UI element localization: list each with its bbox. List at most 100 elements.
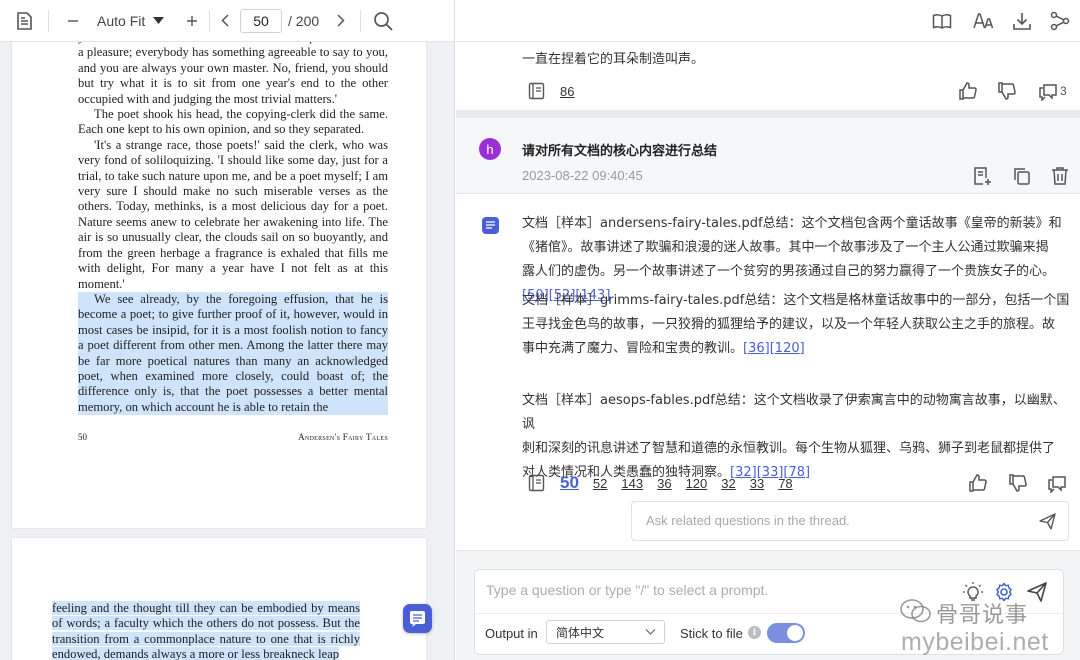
download-icon[interactable] xyxy=(1012,11,1032,31)
stick-to-file-label: Stick to file xyxy=(680,626,743,641)
avatar: h xyxy=(479,138,501,160)
prompt-divider xyxy=(475,613,1063,614)
citation: [36] xyxy=(743,341,770,356)
comment-icon[interactable] xyxy=(1047,473,1067,493)
page-text: feeling and the thought till they can be… xyxy=(52,601,360,660)
message-separator xyxy=(456,110,1080,118)
info-icon[interactable]: i xyxy=(748,626,761,639)
answer-line: 刺和深刻的讯息讲述了智慧和道德的永恒教训。每个生物从狐狸、乌鸦、狮子到老鼠都提供… xyxy=(522,441,1056,456)
thumbs-up-icon[interactable] xyxy=(968,473,988,493)
page-footer-title: Andersen's Fairy Tales xyxy=(298,432,388,442)
question-text: 请对所有文档的核心内容进行总结 xyxy=(522,144,718,159)
answer-paragraph: 文档［样本］grimms-fairy-tales.pdf总结：这个文档是格林童话… xyxy=(522,289,1070,361)
page-footer: 50 Andersen's Fairy Tales xyxy=(78,432,388,442)
book-paragraph: The poet shook his head, the copying-cle… xyxy=(78,107,388,137)
output-language-select[interactable]: 简体中文 xyxy=(546,620,665,644)
previous-answer-refs: 86 xyxy=(528,82,574,100)
pdf-page: feeling and the thought till they can be… xyxy=(12,538,426,660)
pdf-viewer-pane[interactable]: Auto Fit / 200 you are the better off. T… xyxy=(0,0,455,660)
thumbs-down-icon[interactable] xyxy=(997,81,1017,101)
previous-answer-text: 一直在捏着它的耳朵制造叫声。 xyxy=(522,52,705,67)
comments-button[interactable]: 3 xyxy=(1038,81,1067,101)
prompt-input[interactable] xyxy=(486,582,926,598)
chevron-down-icon xyxy=(645,629,656,635)
thumbs-down-icon[interactable] xyxy=(1008,473,1028,493)
comment-icon xyxy=(1039,84,1057,101)
trash-icon[interactable] xyxy=(1050,166,1070,186)
answer-line: 文档［样本］aesops-fables.pdf总结：这个文档收录了伊索寓言中的动… xyxy=(522,393,1066,432)
prev-page-button[interactable] xyxy=(210,0,240,42)
minus-icon xyxy=(68,19,78,22)
answer-refs: 50 52 143 36 120 32 33 78 xyxy=(528,473,793,493)
ref-link[interactable]: 52 xyxy=(593,476,607,491)
chevron-right-icon xyxy=(337,14,345,27)
next-page-button[interactable] xyxy=(328,0,354,42)
pdf-page: you are the better off. To sit at one's … xyxy=(12,20,426,528)
page-footer-number: 50 xyxy=(78,432,87,442)
answer-line: 事中充满了魔力、冒险和宝贵的教训。[36][120] xyxy=(522,341,805,356)
chat-pane: 一直在捏着它的耳朵制造叫声。 86 3 h 请对所有文档的核心内容进行总结 20… xyxy=(456,0,1080,660)
font-size-icon[interactable] xyxy=(973,11,993,31)
answer-line: 王寻找金色鸟的故事，一只狡猾的狐狸给予的建议，以及一个年轻人获取公主之手的旅程。… xyxy=(522,317,1056,332)
caret-down-icon xyxy=(153,17,165,24)
ref-link[interactable]: 78 xyxy=(778,476,792,491)
ref-link[interactable]: 143 xyxy=(621,476,643,491)
share-nodes-icon[interactable] xyxy=(1050,11,1070,31)
thread-question-input[interactable] xyxy=(646,513,1016,528)
zoom-select[interactable]: Auto Fit xyxy=(97,0,175,42)
floating-chat-button[interactable] xyxy=(403,604,432,633)
highlighted-text[interactable]: feeling and the thought till they can be… xyxy=(52,601,360,660)
search-icon xyxy=(374,11,393,31)
book-ref-icon xyxy=(528,474,545,492)
page-number-input[interactable] xyxy=(240,8,282,33)
citation-link[interactable]: 36 xyxy=(748,341,765,356)
comment-count: 3 xyxy=(1060,84,1067,98)
answer-line: 文档［样本］grimms-fairy-tales.pdf总结：这个文档是格林童话… xyxy=(522,293,1070,308)
chat-toolbar xyxy=(456,0,1080,42)
copy-icon[interactable] xyxy=(1012,166,1032,186)
answer-line: 文档［样本］andersens-fairy-tales.pdf总结：这个文档包含… xyxy=(522,216,1062,231)
search-button[interactable] xyxy=(361,0,405,42)
send-icon[interactable] xyxy=(1039,513,1056,530)
answer-line: 露人们的虚伪。另一个故事讲述了一个贫穷的男孩通过自己的努力赢得了一个贵族女子的心… xyxy=(522,264,1056,279)
ref-link[interactable]: 120 xyxy=(686,476,708,491)
lightbulb-icon[interactable] xyxy=(963,582,983,602)
chevron-left-icon xyxy=(221,14,229,27)
thumbs-up-icon[interactable] xyxy=(958,81,978,101)
send-icon[interactable] xyxy=(1027,582,1047,602)
thread-question-box xyxy=(631,501,1069,541)
citation: [120] xyxy=(769,341,805,356)
document-icon xyxy=(17,11,32,30)
total-pages: / 200 xyxy=(288,12,320,29)
highlighted-paragraph[interactable]: We see already, by the foregoing effusio… xyxy=(78,291,388,416)
pdf-toolbar: Auto Fit / 200 xyxy=(0,0,454,42)
ref-link[interactable]: 32 xyxy=(721,476,735,491)
page-text: you are the better off. To sit at one's … xyxy=(78,30,388,416)
prompt-bar: Output in 简体中文 Stick to file i xyxy=(456,550,1080,660)
ref-link[interactable]: 86 xyxy=(560,84,574,99)
document-outline-button[interactable] xyxy=(0,0,48,42)
zoom-out-button[interactable] xyxy=(49,0,97,42)
answer-line: 《猪倌》。故事讲述了欺骗和浪漫的迷人故事。其中一个故事涉及了一个主人公通过欺骗来… xyxy=(522,240,1049,255)
plus-icon xyxy=(187,15,197,26)
prompt-box: Output in 简体中文 Stick to file i xyxy=(474,569,1064,655)
note-icon xyxy=(410,611,425,627)
ref-link[interactable]: 33 xyxy=(750,476,764,491)
answer-paragraph: 文档［样本］aesops-fables.pdf总结：这个文档收录了伊索寓言中的动… xyxy=(522,389,1070,485)
ai-answer-icon xyxy=(482,217,499,234)
output-language-label: Output in xyxy=(485,626,538,641)
zoom-value: Auto Fit xyxy=(97,12,146,29)
book-open-icon[interactable] xyxy=(932,11,952,31)
app-window: Auto Fit / 200 you are the better off. T… xyxy=(0,0,1080,660)
book-ref-icon xyxy=(528,82,545,100)
settings-gear-icon[interactable] xyxy=(994,582,1014,602)
stick-to-file-toggle[interactable] xyxy=(767,623,805,643)
ref-link[interactable]: 50 xyxy=(560,473,579,493)
citation-link[interactable]: 120 xyxy=(775,341,800,356)
toggle-knob xyxy=(787,625,803,641)
question-timestamp: 2023-08-22 09:40:45 xyxy=(522,168,643,183)
add-note-icon[interactable] xyxy=(972,166,992,186)
zoom-in-button[interactable] xyxy=(175,0,209,42)
output-language-value: 简体中文 xyxy=(556,625,605,640)
ref-link[interactable]: 36 xyxy=(657,476,671,491)
